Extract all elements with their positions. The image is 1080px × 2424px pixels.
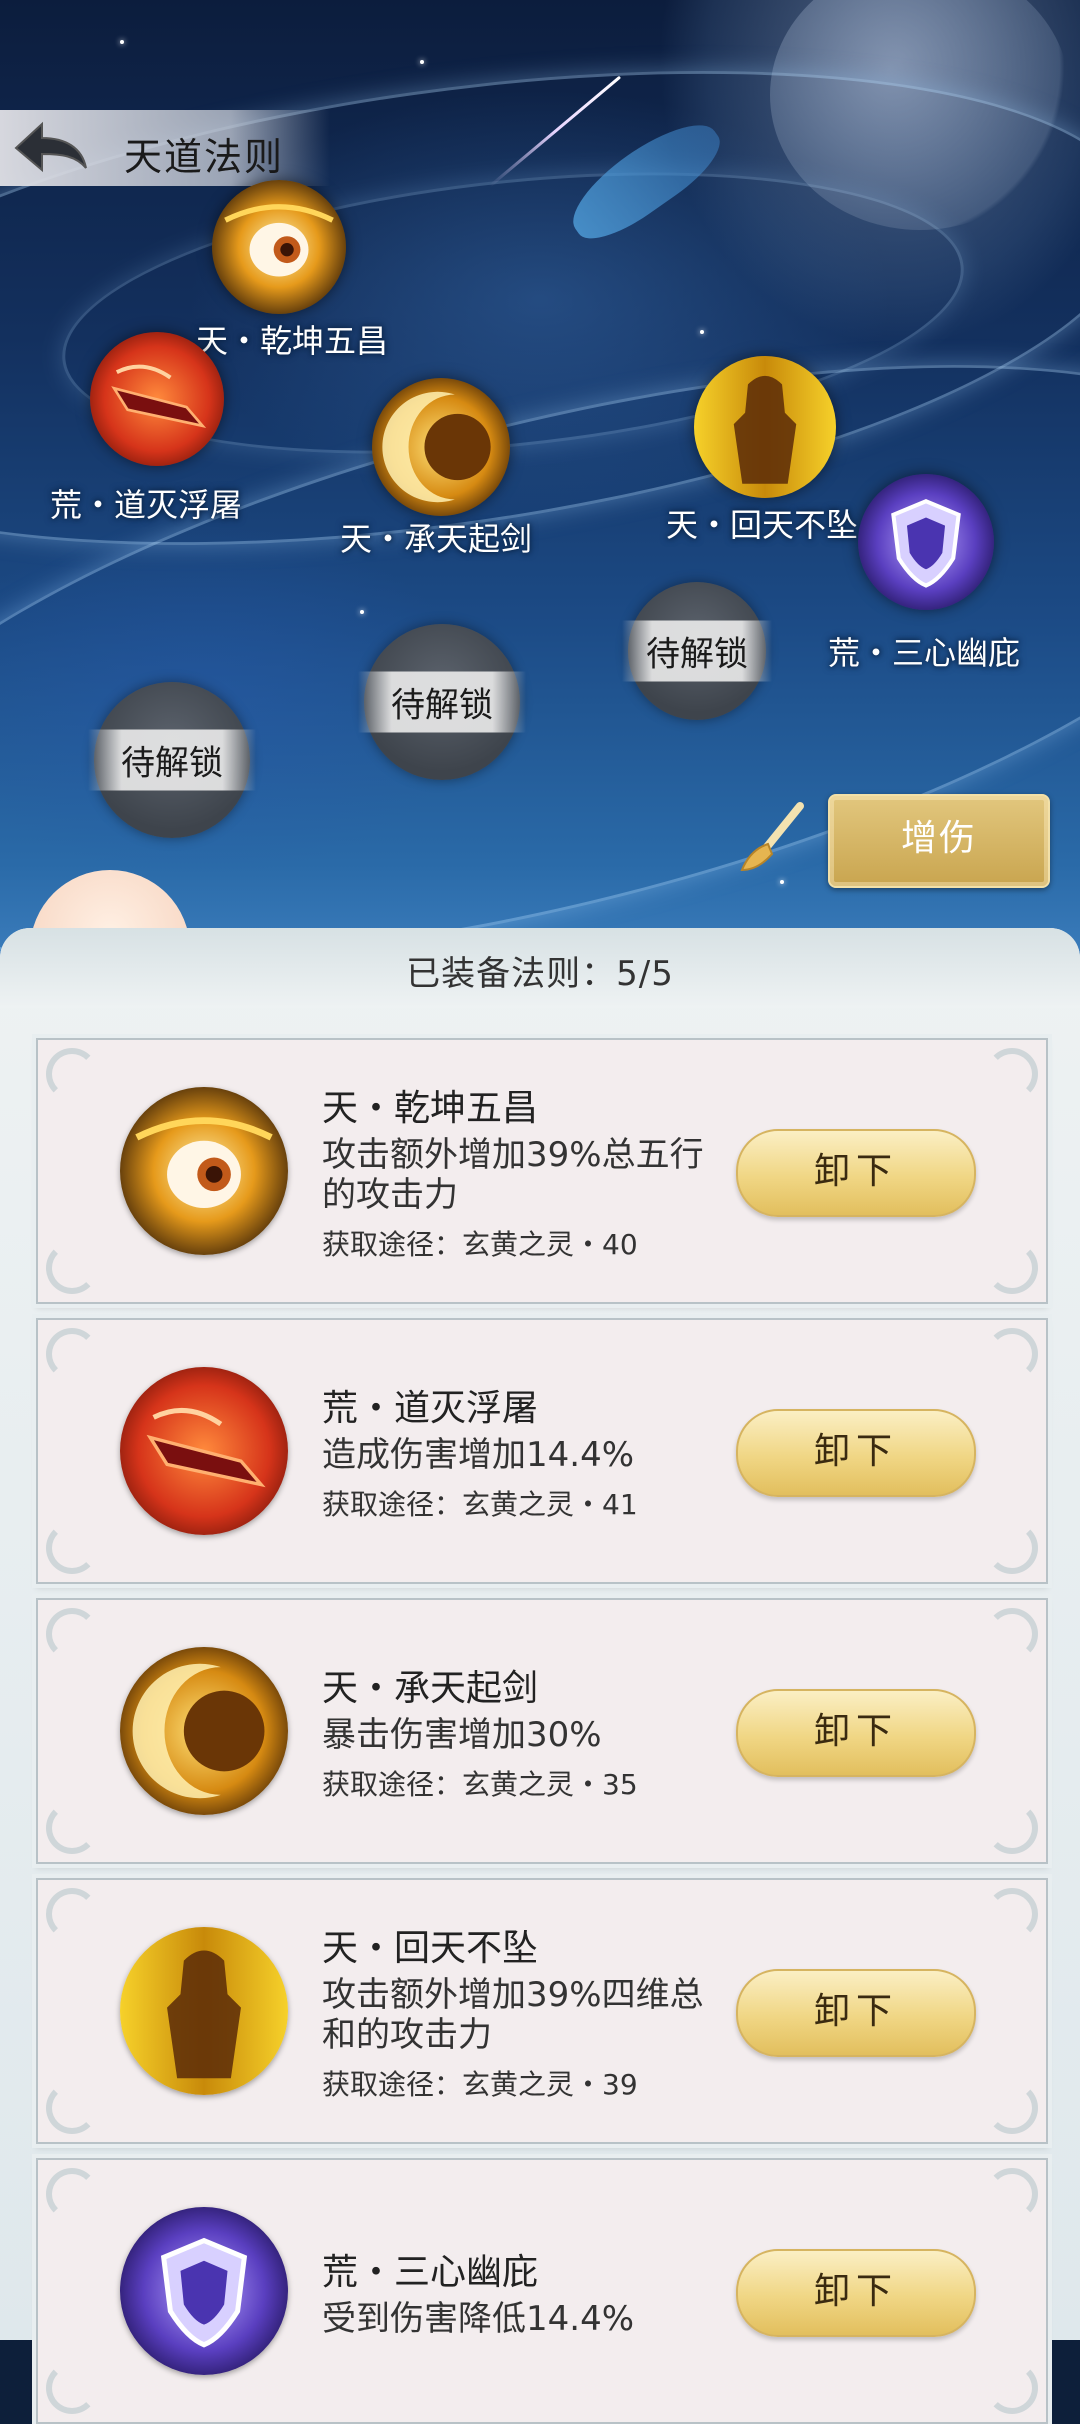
law-tree-background: 天道法则 天・乾坤五昌 荒・道灭浮屠 天・承天起剑 天・回天不坠 荒・三心幽庇 … (0, 0, 1080, 960)
eye-of-flame-icon (120, 1087, 288, 1255)
equipped-count-title: 已装备法则：5/5 (406, 954, 674, 994)
law-card-icon (120, 1647, 288, 1815)
golden-warrior-icon (694, 356, 836, 498)
law-node-sanxin[interactable] (858, 474, 994, 610)
law-card-name: 荒・道灭浮屠 (322, 1388, 539, 1429)
unequip-button[interactable]: 卸下 (736, 1409, 976, 1497)
purple-shield-icon (858, 474, 994, 610)
star (120, 40, 124, 44)
law-node-qiankun[interactable] (212, 180, 346, 314)
purple-shield-icon (120, 2207, 288, 2375)
law-card: 荒・三心幽庇 受到伤害降低14.4% 卸下 (36, 2158, 1048, 2424)
law-card-desc: 暴击伤害增加30% (322, 1715, 602, 1755)
star (360, 610, 364, 614)
brush-button[interactable] (730, 800, 810, 880)
law-card-name: 天・承天起剑 (322, 1668, 539, 1709)
law-card-name: 天・乾坤五昌 (322, 1088, 539, 1129)
damage-boost-button[interactable]: 增伤 (828, 794, 1050, 888)
law-card: 天・回天不坠 攻击额外增加39%四维总和的攻击力 获取途径：玄黄之灵・39 卸下 (36, 1878, 1048, 2144)
law-card-icon (120, 1087, 288, 1255)
law-card-icon (120, 1367, 288, 1535)
red-blade-icon (90, 332, 224, 466)
locked-law-node[interactable]: 待解锁 (622, 582, 772, 720)
law-node-label: 荒・三心幽庇 (828, 634, 1021, 672)
panel-header: 已装备法则：5/5 (0, 928, 1080, 1008)
header-bar: 天道法则 (0, 110, 330, 186)
law-card-desc: 受到伤害降低14.4% (322, 2299, 635, 2339)
law-node-label: 天・回天不坠 (666, 506, 859, 544)
locked-label: 待解锁 (622, 620, 772, 682)
law-card-name: 天・回天不坠 (322, 1928, 539, 1969)
golden-crescent-icon (372, 378, 510, 516)
law-card-desc: 攻击额外增加39%总五行的攻击力 (322, 1135, 704, 1215)
equipped-laws-panel: 已装备法则：5/5 天・乾坤五昌 攻击额外增加39%总五行的攻击力 获取途径：玄… (0, 928, 1080, 2424)
law-node-chengtian[interactable] (372, 378, 510, 516)
eye-of-flame-icon (212, 180, 346, 314)
law-card-source: 获取途径：玄黄之灵・41 (322, 1488, 638, 1521)
locked-law-node[interactable]: 待解锁 (358, 624, 526, 780)
red-blade-icon (120, 1367, 288, 1535)
law-node-huitian[interactable] (694, 356, 836, 498)
law-card-source: 获取途径：玄黄之灵・40 (322, 1228, 638, 1261)
law-card-icon (120, 1927, 288, 2095)
star (700, 330, 704, 334)
law-card: 天・乾坤五昌 攻击额外增加39%总五行的攻击力 获取途径：玄黄之灵・40 卸下 (36, 1038, 1048, 1304)
law-card-name: 荒・三心幽庇 (322, 2252, 539, 2293)
back-arrow-icon (14, 121, 87, 173)
golden-warrior-icon (120, 1927, 288, 2095)
unequip-button[interactable]: 卸下 (736, 1129, 976, 1217)
unequip-button[interactable]: 卸下 (736, 2249, 976, 2337)
law-card: 荒・道灭浮屠 造成伤害增加14.4% 获取途径：玄黄之灵・41 卸下 (36, 1318, 1048, 1584)
star (420, 60, 424, 64)
star (780, 880, 784, 884)
law-card-source: 获取途径：玄黄之灵・39 (322, 2068, 638, 2101)
law-card-icon (120, 2207, 288, 2375)
unequip-button[interactable]: 卸下 (736, 1969, 976, 2057)
law-card-source: 获取途径：玄黄之灵・35 (322, 1768, 638, 1801)
law-node-label: 天・承天起剑 (340, 520, 533, 558)
law-card: 天・承天起剑 暴击伤害增加30% 获取途径：玄黄之灵・35 卸下 (36, 1598, 1048, 1864)
page-title: 天道法则 (124, 135, 285, 179)
brush-icon (740, 802, 804, 872)
unequip-button[interactable]: 卸下 (736, 1689, 976, 1777)
golden-crescent-icon (120, 1647, 288, 1815)
law-card-desc: 攻击额外增加39%四维总和的攻击力 (322, 1975, 704, 2055)
locked-label: 待解锁 (358, 671, 526, 733)
locked-label: 待解锁 (88, 729, 256, 791)
law-node-label: 天・乾坤五昌 (196, 322, 389, 360)
law-node-label: 荒・道灭浮屠 (50, 486, 243, 524)
law-card-desc: 造成伤害增加14.4% (322, 1435, 635, 1475)
law-node-daomie[interactable] (90, 332, 224, 466)
back-button[interactable] (10, 118, 90, 178)
locked-law-node[interactable]: 待解锁 (88, 682, 256, 838)
